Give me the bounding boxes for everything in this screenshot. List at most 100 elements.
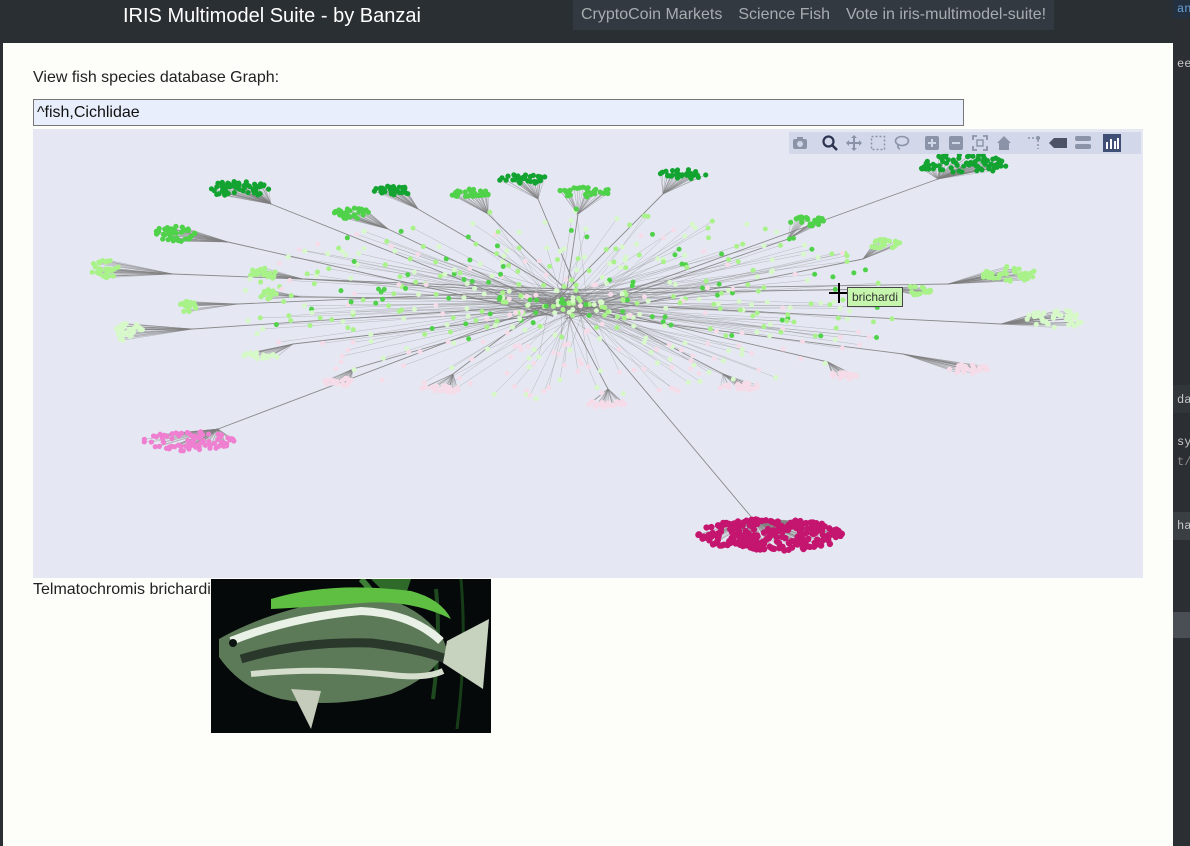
network-graph[interactable]: brichardi (33, 129, 1143, 578)
graph-node (342, 375, 349, 382)
graph-node (754, 310, 760, 316)
graph-node (495, 229, 501, 235)
graph-node (467, 266, 473, 272)
graph-node (351, 259, 357, 265)
graph-node (746, 387, 752, 393)
graph-node (826, 540, 834, 548)
graph-node (668, 173, 674, 179)
zoom-icon[interactable] (819, 132, 841, 154)
nav-link-science-fish[interactable]: Science Fish (730, 0, 838, 30)
graph-node (340, 319, 346, 325)
graph-node (464, 281, 470, 287)
graph-node (717, 306, 723, 312)
plotly-logo-icon[interactable] (1101, 132, 1123, 154)
graph-node (734, 243, 740, 249)
graph-node (770, 545, 778, 553)
graph-node (777, 242, 783, 248)
nav-link-vote[interactable]: Vote in iris-multimodel-suite! (838, 0, 1054, 30)
graph-node (785, 312, 791, 318)
graph-node (713, 328, 719, 334)
graph-node (1003, 271, 1010, 277)
graph-node (623, 265, 629, 271)
graph-node (1004, 263, 1010, 270)
zoom-out-icon[interactable] (945, 132, 967, 154)
graph-node (976, 364, 982, 371)
graph-node (484, 324, 490, 330)
graph-node (517, 316, 523, 322)
graph-node (373, 186, 379, 192)
graph-node (449, 192, 455, 198)
graph-node (498, 271, 504, 277)
graph-node (338, 288, 344, 294)
graph-node (396, 308, 402, 314)
graph-node (531, 347, 537, 353)
graph-node (512, 343, 518, 349)
graph-node (334, 380, 340, 387)
graph-node (89, 269, 95, 275)
graph-node (213, 445, 219, 451)
graph-node (744, 221, 750, 227)
spike-lines-icon[interactable] (1023, 132, 1045, 154)
graph-node (218, 433, 224, 439)
zoom-in-icon[interactable] (921, 132, 943, 154)
graph-node (603, 280, 609, 286)
graph-node (546, 384, 552, 390)
graph-node (734, 518, 742, 525)
graph-node (621, 315, 627, 321)
graph-node (231, 189, 238, 196)
brand-title[interactable]: IRIS Multimodel Suite - by Banzai (123, 4, 421, 28)
graph-node (688, 358, 694, 364)
graph-node (481, 291, 487, 297)
camera-icon[interactable] (789, 132, 811, 154)
graph-node (467, 380, 473, 386)
reset-axes-icon[interactable] (993, 132, 1015, 154)
crosshair-cursor-icon (829, 283, 849, 303)
graph-node (187, 234, 193, 240)
graph-node (334, 209, 340, 215)
graph-canvas[interactable] (33, 129, 1143, 578)
graph-node (500, 263, 506, 269)
graph-node (1067, 312, 1074, 319)
graph-node (850, 372, 856, 378)
graph-node (754, 274, 760, 280)
graph-node (446, 295, 452, 301)
graph-node (838, 334, 844, 340)
box-select-icon[interactable] (867, 132, 889, 154)
graph-node (479, 308, 485, 314)
lasso-select-icon[interactable] (891, 132, 913, 154)
graph-node (461, 295, 467, 301)
graph-node (662, 314, 668, 320)
hover-compare-icon[interactable] (1071, 132, 1093, 154)
graph-node (482, 189, 488, 195)
graph-edge (519, 312, 586, 346)
graph-node (614, 325, 620, 331)
graph-node (352, 291, 358, 297)
graph-node (827, 530, 835, 538)
graph-node (684, 264, 690, 270)
graph-node (985, 366, 991, 372)
graph-node (830, 274, 836, 280)
graph-node (416, 291, 422, 297)
autoscale-icon[interactable] (969, 132, 991, 154)
graph-node (512, 177, 518, 183)
graph-node (229, 436, 235, 442)
graph-node (170, 230, 176, 236)
pan-icon[interactable] (843, 132, 865, 154)
graph-node (764, 299, 770, 305)
graph-node (467, 257, 473, 263)
graph-node (516, 245, 522, 251)
graph-node (573, 287, 579, 293)
hover-closest-icon[interactable] (1047, 132, 1069, 154)
graph-node (585, 189, 591, 195)
graph-node (1051, 324, 1057, 331)
graph-node (405, 272, 411, 278)
graph-node (833, 325, 839, 331)
graph-node (636, 252, 642, 258)
graph-node (451, 267, 457, 273)
nav-link-cryptocoin-markets[interactable]: CryptoCoin Markets (573, 0, 730, 30)
graph-node (599, 399, 605, 406)
graph-node (534, 297, 540, 303)
graph-node (400, 363, 406, 369)
graph-node (340, 382, 346, 388)
graph-query-input[interactable] (33, 99, 964, 126)
